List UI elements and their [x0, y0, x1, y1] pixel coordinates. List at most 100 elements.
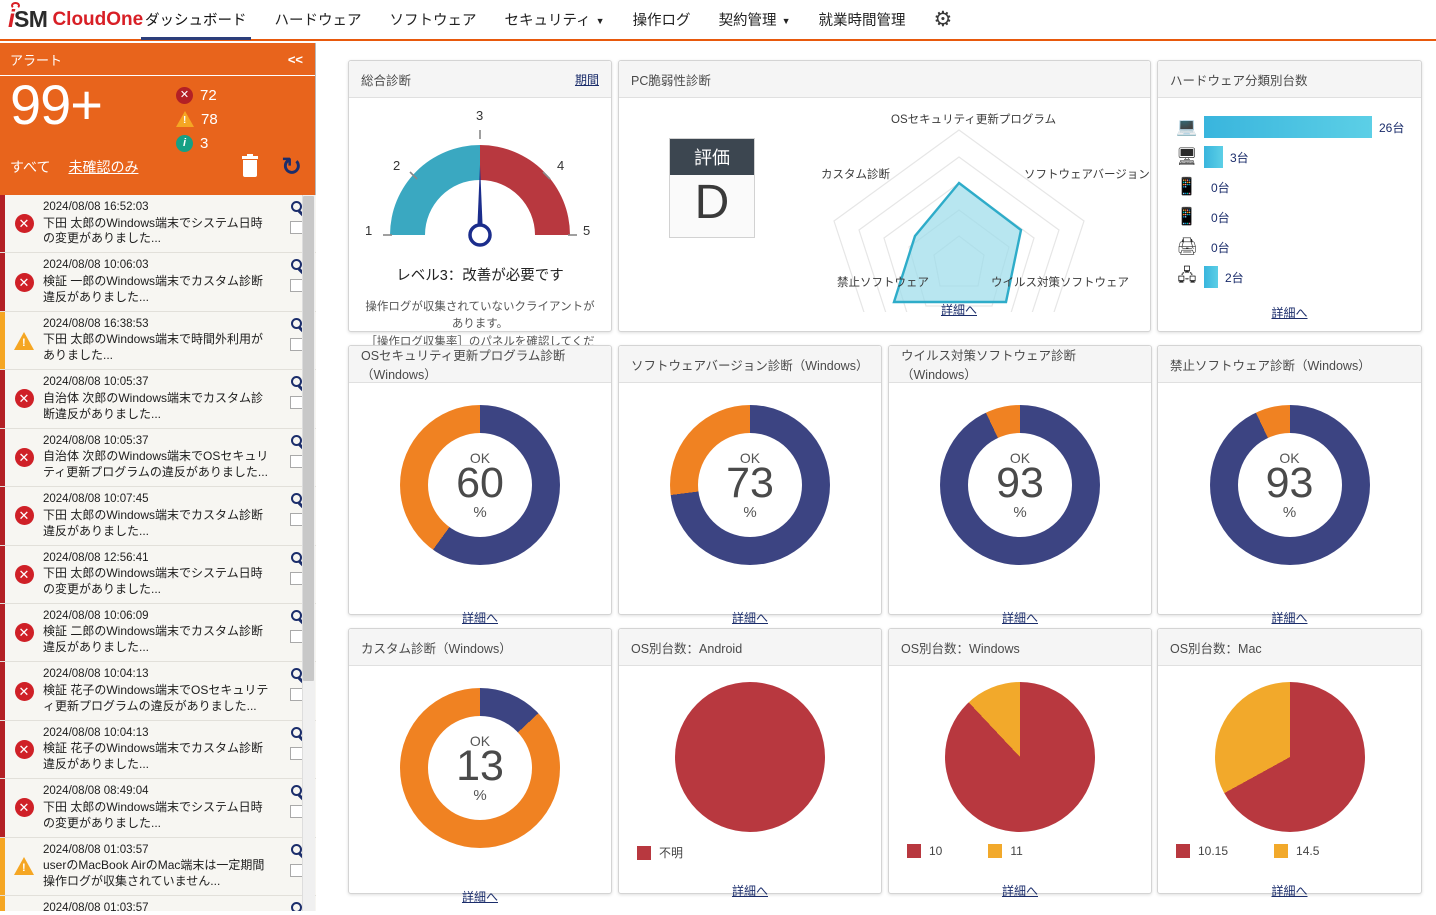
- alert-checkbox[interactable]: [289, 571, 303, 585]
- panel-header: OS別台数：Android: [619, 629, 881, 666]
- detail-link[interactable]: 詳細へ: [889, 882, 1151, 899]
- detail-link[interactable]: 詳細へ: [809, 301, 1109, 318]
- nav-item-0[interactable]: ダッシュボード: [131, 0, 261, 40]
- search-icon[interactable]: [290, 434, 302, 446]
- search-icon[interactable]: [290, 785, 302, 797]
- legend-swatch: [1176, 844, 1190, 858]
- radar-label-os-security: OSセキュリティ更新プログラム: [891, 114, 1057, 126]
- panel-title: OS別台数：Windows: [901, 641, 1020, 656]
- alert-checkbox[interactable]: [289, 688, 303, 702]
- search-icon[interactable]: [290, 843, 302, 855]
- refresh-icon[interactable]: ↻: [281, 155, 302, 180]
- alert-checkbox[interactable]: [289, 629, 303, 643]
- alert-checkbox[interactable]: [289, 337, 303, 351]
- radar-label-software-ver: ソフトウェアバージョン: [1024, 169, 1150, 181]
- panel-title: カスタム診断（Windows）: [361, 641, 512, 656]
- alert-checkbox[interactable]: [289, 396, 303, 410]
- alert-body: 2024/08/08 10:06:03 検証 一郎のWindows端末でカスタム診…: [43, 253, 276, 310]
- alert-icon-wrap: ✕: [5, 370, 43, 427]
- alert-icon-wrap: ✕: [5, 546, 43, 603]
- filter-all-button[interactable]: すべて: [10, 157, 50, 177]
- warning-icon: [14, 857, 34, 876]
- donut-unit: %: [1013, 503, 1027, 521]
- alert-list[interactable]: ✕ 2024/08/08 16:52:03 下田 太郎のWindows端末でシステム…: [0, 195, 316, 911]
- alert-list-item[interactable]: 2024/08/08 16:38:53 下田 太郎のWindows端末で時間外利用…: [0, 311, 316, 371]
- alert-list-item[interactable]: ✕ 2024/08/08 10:05:37 自治体 次郎のWindows端末でOSセ…: [0, 428, 316, 488]
- detail-link[interactable]: 詳細へ: [619, 882, 881, 899]
- legend-swatch: [988, 844, 1003, 858]
- alert-checkbox[interactable]: [289, 863, 303, 877]
- nav-item-2[interactable]: ソフトウェア: [376, 0, 491, 40]
- alert-checkbox[interactable]: [289, 805, 303, 819]
- alert-list-item[interactable]: 2024/08/08 01:03:57: [0, 896, 316, 911]
- alert-message: 下田 太郎のWindows端末でシステム日時の変更がありました...: [43, 566, 263, 596]
- alert-body: 2024/08/08 10:05:37 自治体 次郎のWindows端末でカスタム…: [43, 370, 276, 427]
- legend-swatch: [907, 844, 921, 858]
- pie-legend-item: 14.5: [1274, 844, 1319, 858]
- alert-message: 検証 花子のWindows端末でカスタム診断違反がありました...: [43, 741, 264, 772]
- search-icon[interactable]: [290, 317, 302, 329]
- period-link[interactable]: 期間: [575, 71, 599, 88]
- collapse-sidebar-button[interactable]: <<: [288, 52, 303, 67]
- panel-header: OS別台数：Mac: [1158, 629, 1421, 666]
- alert-checkbox[interactable]: [289, 221, 303, 234]
- panel-body: OK 93% 詳細へ: [889, 405, 1151, 636]
- alert-message: 検証 一郎のWindows端末でカスタム診断違反がありました...: [43, 273, 264, 304]
- nav-item-1[interactable]: ハードウェア: [261, 0, 376, 40]
- alert-list-item[interactable]: 2024/08/08 01:03:57 userのMacBook AirのMac端…: [0, 837, 316, 897]
- search-icon[interactable]: [290, 609, 302, 621]
- pie-chart: [675, 682, 825, 832]
- hardware-bar-row: 📱 0台: [1170, 172, 1413, 202]
- trash-icon[interactable]: [237, 154, 263, 180]
- nav-item-5[interactable]: 契約管理 ▼: [705, 0, 805, 40]
- printer-icon: 🖨: [1176, 237, 1198, 256]
- legend-swatch: [637, 845, 651, 860]
- search-icon[interactable]: [290, 201, 302, 212]
- alert-list-item[interactable]: ✕ 2024/08/08 10:04:13 検証 花子のWindows端末でカスタム…: [0, 720, 316, 780]
- detail-link[interactable]: 詳細へ: [1158, 609, 1421, 626]
- search-icon[interactable]: [290, 376, 302, 388]
- alert-list-item[interactable]: ✕ 2024/08/08 10:04:13 検証 花子のWindows端末でOSセキ…: [0, 662, 316, 721]
- alert-list-item[interactable]: ✕ 2024/08/08 16:52:03 下田 太郎のWindows端末でシステム…: [0, 195, 316, 254]
- nav-item-4[interactable]: 操作ログ: [619, 0, 705, 40]
- alert-list-item[interactable]: ✕ 2024/08/08 10:06:09 検証 二郎のWindows端末でカスタム…: [0, 603, 316, 663]
- alert-checkbox[interactable]: [289, 279, 303, 293]
- search-icon[interactable]: [290, 668, 302, 680]
- alert-checkbox[interactable]: [289, 513, 303, 527]
- search-icon[interactable]: [290, 551, 302, 563]
- alert-total-count: 99+: [10, 73, 103, 136]
- nav-item-3[interactable]: セキュリティ ▼: [491, 0, 619, 40]
- nav-item-6[interactable]: 就業時間管理: [804, 0, 919, 40]
- alert-count-info: i3: [176, 133, 218, 153]
- search-icon[interactable]: [290, 259, 302, 271]
- search-icon[interactable]: [290, 493, 302, 505]
- alert-action-row: すべて 未確認のみ ↻: [10, 154, 306, 180]
- filter-unconfirmed-button[interactable]: 未確認のみ: [68, 157, 138, 177]
- alert-checkbox[interactable]: [289, 746, 303, 760]
- app-logo[interactable]: i SM CloudOne: [0, 0, 143, 40]
- pie-legend-item: 11: [988, 844, 1023, 858]
- alert-list-item[interactable]: ✕ 2024/08/08 12:56:41 下田 太郎のWindows端末でシステム…: [0, 545, 316, 604]
- radar-label-antivirus: ウイルス対策ソフトウェア: [991, 277, 1129, 289]
- alert-list-item[interactable]: ✕ 2024/08/08 10:06:03 検証 一郎のWindows端末でカスタム…: [0, 253, 316, 312]
- alert-list-item[interactable]: ✕ 2024/08/08 10:05:37 自治体 次郎のWindows端末でカスタ…: [0, 370, 316, 429]
- alert-checkbox[interactable]: [289, 454, 303, 468]
- panel-title: 総合診断: [361, 73, 412, 88]
- detail-link[interactable]: 詳細へ: [889, 609, 1151, 626]
- gauge-tick-3: 3: [476, 108, 484, 123]
- detail-link[interactable]: 詳細へ: [1158, 882, 1421, 899]
- detail-link[interactable]: 詳細へ: [349, 609, 611, 626]
- alert-icon-wrap: ✕: [5, 662, 43, 719]
- gear-icon[interactable]: ⚙: [933, 7, 952, 32]
- alert-list-scrollbar-thumb[interactable]: [303, 196, 314, 681]
- error-icon: ✕: [14, 214, 34, 234]
- panel-os-security-diag: OSセキュリティ更新プログラム診断（Windows） OK 60% 詳細へ: [348, 345, 612, 625]
- detail-link[interactable]: 詳細へ: [349, 888, 611, 905]
- search-icon[interactable]: [290, 726, 302, 738]
- search-icon[interactable]: [290, 902, 302, 911]
- alert-icon-wrap: ✕: [5, 253, 43, 310]
- detail-link[interactable]: 詳細へ: [1158, 304, 1421, 321]
- alert-list-item[interactable]: ✕ 2024/08/08 10:07:45 下田 太郎のWindows端末でカスタム…: [0, 487, 316, 546]
- detail-link[interactable]: 詳細へ: [619, 609, 881, 626]
- alert-list-item[interactable]: ✕ 2024/08/08 08:49:04 下田 太郎のWindows端末でシステム…: [0, 779, 316, 838]
